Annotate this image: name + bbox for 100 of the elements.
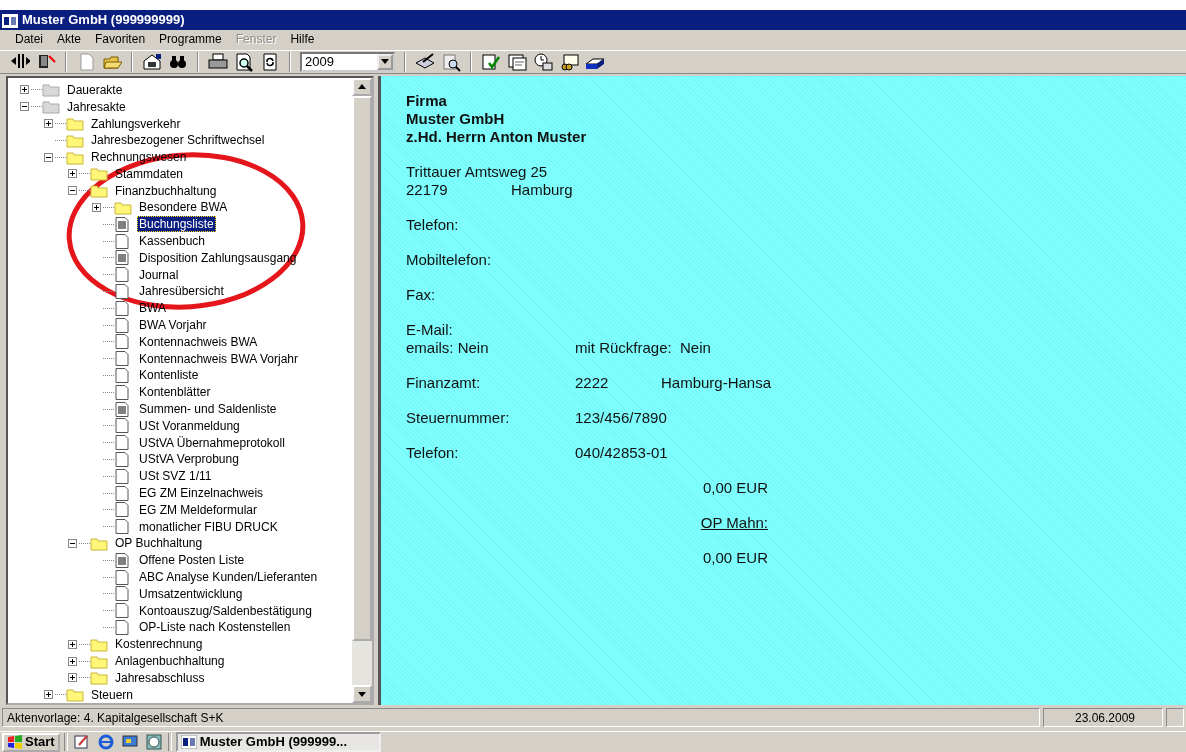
tree-item[interactable]: UStVA Verprobung <box>137 451 241 468</box>
tree-item[interactable]: Kassenbuch <box>137 233 208 250</box>
folder-icon <box>90 183 108 199</box>
expand-toggle[interactable] <box>44 119 53 128</box>
tree-item[interactable]: Zahlungsverkehr <box>89 115 183 132</box>
folder-icon <box>90 535 108 551</box>
folder-icon <box>66 149 84 165</box>
tree-item[interactable]: Anlagenbuchhaltung <box>113 653 227 669</box>
tree-item[interactable]: Kontenblätter <box>137 384 213 401</box>
document-icon <box>114 569 132 585</box>
tree-item[interactable]: OP Buchhaltung <box>113 535 205 552</box>
heading-line: Muster GmbH <box>406 109 506 128</box>
dunning-link[interactable]: OP Mahn: <box>700 513 768 532</box>
field-value: 040/42853-01 <box>575 443 668 462</box>
tree-item[interactable]: Jahresabschluss <box>113 669 207 686</box>
document-icon <box>114 519 132 535</box>
clock-document-button[interactable] <box>533 51 553 72</box>
properties-icon <box>142 51 162 72</box>
list-document-icon <box>114 250 132 266</box>
expand-toggle[interactable] <box>20 85 29 95</box>
street-text: Trittauer Amtsweg 25 <box>406 162 549 181</box>
tree-item[interactable]: Kontennachweis BWA <box>137 333 260 350</box>
document-stack-button[interactable] <box>507 51 527 72</box>
year-dropdown[interactable]: 2009 <box>300 51 395 72</box>
task-button[interactable]: Muster GmbH (999999... <box>175 732 381 752</box>
tree-item[interactable]: Steuern <box>89 686 136 703</box>
tree-item[interactable]: EG ZM Einzelnachweis <box>137 485 266 502</box>
up-arrow-icon <box>358 84 366 89</box>
tree-item[interactable]: Kontenliste <box>137 367 201 384</box>
document-icon <box>114 451 132 467</box>
tree-item[interactable]: Umsatzentwicklung <box>137 585 245 602</box>
tree-item[interactable]: Stammdaten <box>113 165 186 182</box>
folder-icon <box>66 116 84 131</box>
scroll-up-button[interactable] <box>352 77 372 96</box>
expand-toggle[interactable] <box>44 690 53 700</box>
print-preview-button[interactable] <box>234 51 254 72</box>
tree-item[interactable]: Journal <box>137 266 181 283</box>
tree-item[interactable]: EG ZM Meldeformular <box>137 501 260 518</box>
dropdown-value: 2009 <box>305 52 334 71</box>
folder-icon <box>66 687 84 703</box>
tree-item[interactable]: Jahresbezogener Schriftwechsel <box>89 132 267 149</box>
tree-item[interactable]: Dauerakte <box>65 81 125 98</box>
menu-item[interactable]: Hilfe <box>283 31 322 48</box>
checklist-button[interactable] <box>481 51 501 72</box>
dropdown-button[interactable] <box>377 53 393 70</box>
start-button[interactable]: Start <box>2 732 60 752</box>
clipboard-search-button[interactable] <box>441 51 461 72</box>
document-icon <box>114 384 132 400</box>
email-setting: emails: Nein <box>406 338 490 357</box>
tree-item[interactable]: Offene Posten Liste <box>137 552 247 569</box>
collapse-toggle[interactable] <box>20 102 29 112</box>
menu-item[interactable]: Programme <box>152 31 229 48</box>
list-document-icon <box>114 401 132 417</box>
tree-item[interactable]: Jahresakte <box>65 98 128 115</box>
tree-item[interactable]: USt Voranmeldung <box>137 417 242 434</box>
document-icon <box>114 334 132 350</box>
down-arrow-icon <box>358 691 366 697</box>
scroll-down-button[interactable] <box>352 685 372 703</box>
expand-toggle[interactable] <box>68 656 77 666</box>
status-date: 23.06.2009 <box>1043 708 1163 727</box>
tree-item[interactable]: UStVA Übernahmeprotokoll <box>137 434 287 451</box>
tree-item[interactable]: Finanzbuchhaltung <box>113 182 219 199</box>
collapse-toggle[interactable] <box>44 152 53 162</box>
printer-button[interactable] <box>208 51 228 72</box>
document-icon <box>114 502 132 518</box>
tree-item[interactable]: ABC Analyse Kunden/Lieferanten <box>137 569 320 585</box>
tree-item[interactable]: Kontennachweis BWA Vorjahr <box>137 350 300 367</box>
notepad-icon <box>72 733 91 751</box>
expand-toggle[interactable] <box>68 639 77 649</box>
folder-icon <box>42 82 60 98</box>
menu-item[interactable]: Favoriten <box>88 31 153 48</box>
checklist-icon <box>481 51 501 72</box>
tree-item[interactable]: Besondere BWA <box>137 199 230 216</box>
tree-item[interactable]: Summen- und Saldenliste <box>137 401 279 418</box>
collapse-toggle[interactable] <box>68 186 77 196</box>
tree-item[interactable]: Kontoauszug/Saldenbestätigung <box>137 602 314 619</box>
tree-item[interactable]: USt SVZ 1/11 <box>137 468 214 485</box>
printer-icon <box>208 51 228 72</box>
windows-logo-icon <box>7 735 23 749</box>
refresh-button[interactable] <box>260 51 280 72</box>
money-button[interactable] <box>559 51 579 72</box>
expand-toggle[interactable] <box>68 673 77 683</box>
expand-toggle[interactable] <box>68 169 77 179</box>
collapse-toggle[interactable] <box>68 538 77 548</box>
tree-item[interactable]: Buchungsliste <box>137 216 216 233</box>
tree-item[interactable]: OP-Liste nach Kostenstellen <box>137 619 293 636</box>
properties-button[interactable] <box>142 51 162 72</box>
document-icon <box>114 603 132 619</box>
menu-item[interactable]: Akte <box>50 31 89 48</box>
document-icon <box>114 619 132 635</box>
tree-item[interactable]: monatlicher FIBU DRUCK <box>137 518 280 535</box>
menu-item[interactable]: Datei <box>8 31 50 48</box>
expand-toggle[interactable] <box>92 203 101 212</box>
tree-item[interactable]: Jahresübersicht <box>137 283 226 300</box>
city-name: Hamburg <box>511 180 573 199</box>
document-icon <box>114 300 132 316</box>
tree-item[interactable]: Kostenrechnung <box>113 636 205 653</box>
field-label: E-Mail: <box>406 320 454 339</box>
money-icon <box>559 51 579 72</box>
tree-item[interactable]: BWA Vorjahr <box>137 317 209 334</box>
